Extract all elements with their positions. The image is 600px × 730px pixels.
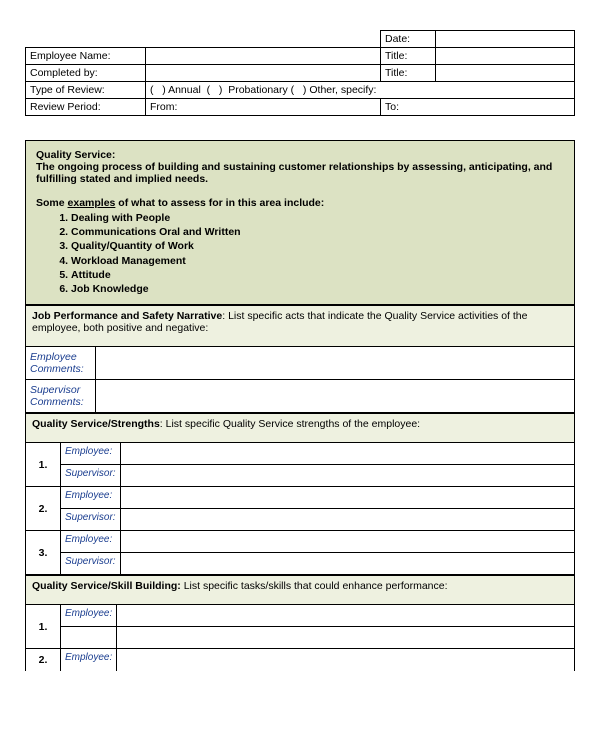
employee-comments-label: Employee Comments:: [26, 347, 96, 380]
employee-name-label: Employee Name:: [26, 48, 146, 65]
quality-heading: Quality Service:: [36, 149, 115, 161]
example-item: Dealing with People: [71, 211, 564, 225]
supervisor-label: Supervisor:: [61, 465, 121, 487]
skill-table: Quality Service/Skill Building: List spe…: [25, 575, 575, 671]
type-of-review-field[interactable]: ( ) Annual ( ) Probationary ( ) Other, s…: [146, 82, 575, 99]
review-period-label: Review Period:: [26, 99, 146, 116]
review-from-field[interactable]: From:: [146, 99, 381, 116]
strength-employee-field[interactable]: [120, 487, 574, 509]
completed-by-label: Completed by:: [26, 65, 146, 82]
supervisor-label: Supervisor:: [61, 509, 121, 531]
supervisor-label: Supervisor:: [61, 553, 121, 575]
row-number: 2.: [26, 649, 61, 671]
skill-employee-field[interactable]: [117, 649, 575, 671]
title-label-1: Title:: [381, 48, 436, 65]
employee-name-field[interactable]: [146, 48, 381, 65]
header-table: Date: Employee Name: Title: Completed by…: [25, 30, 575, 116]
employee-label: Employee:: [61, 605, 117, 627]
example-item: Quality/Quantity of Work: [71, 239, 564, 253]
strengths-table: Quality Service/Strengths: List specific…: [25, 413, 575, 575]
employee-label: Employee:: [61, 531, 121, 553]
row-number: 2.: [26, 487, 61, 531]
narrative-table: Job Performance and Safety Narrative: Li…: [25, 305, 575, 413]
employee-label: Employee:: [61, 443, 121, 465]
example-item: Job Knowledge: [71, 282, 564, 296]
title-field-2[interactable]: [436, 65, 575, 82]
strength-employee-field[interactable]: [120, 531, 574, 553]
review-to-field[interactable]: To:: [381, 99, 575, 116]
completed-by-field[interactable]: [146, 65, 381, 82]
supervisor-comments-label: Supervisor Comments:: [26, 380, 96, 413]
quality-definition: The ongoing process of building and sust…: [36, 161, 552, 185]
quality-examples-list: Dealing with People Communications Oral …: [71, 211, 564, 296]
title-label-2: Title:: [381, 65, 436, 82]
strengths-header: Quality Service/Strengths: List specific…: [26, 414, 575, 443]
employee-label: Employee:: [61, 649, 117, 671]
example-item: Workload Management: [71, 254, 564, 268]
title-field-1[interactable]: [436, 48, 575, 65]
date-label: Date:: [381, 31, 436, 48]
narrative-header: Job Performance and Safety Narrative: Li…: [26, 306, 575, 347]
strength-supervisor-field[interactable]: [120, 509, 574, 531]
type-of-review-label: Type of Review:: [26, 82, 146, 99]
employee-comments-field[interactable]: [96, 347, 575, 380]
supervisor-comments-field[interactable]: [96, 380, 575, 413]
strength-employee-field[interactable]: [120, 443, 574, 465]
example-item: Attitude: [71, 268, 564, 282]
skill-header: Quality Service/Skill Building: List spe…: [26, 576, 575, 605]
quality-service-box: Quality Service: The ongoing process of …: [25, 140, 575, 305]
skill-employee-field[interactable]: [117, 605, 575, 627]
strength-supervisor-field[interactable]: [120, 465, 574, 487]
row-number: 1.: [26, 605, 61, 649]
strength-supervisor-field[interactable]: [120, 553, 574, 575]
row-number: 3.: [26, 531, 61, 575]
employee-label: Employee:: [61, 487, 121, 509]
row-number: 1.: [26, 443, 61, 487]
example-item: Communications Oral and Written: [71, 225, 564, 239]
date-field[interactable]: [436, 31, 575, 48]
